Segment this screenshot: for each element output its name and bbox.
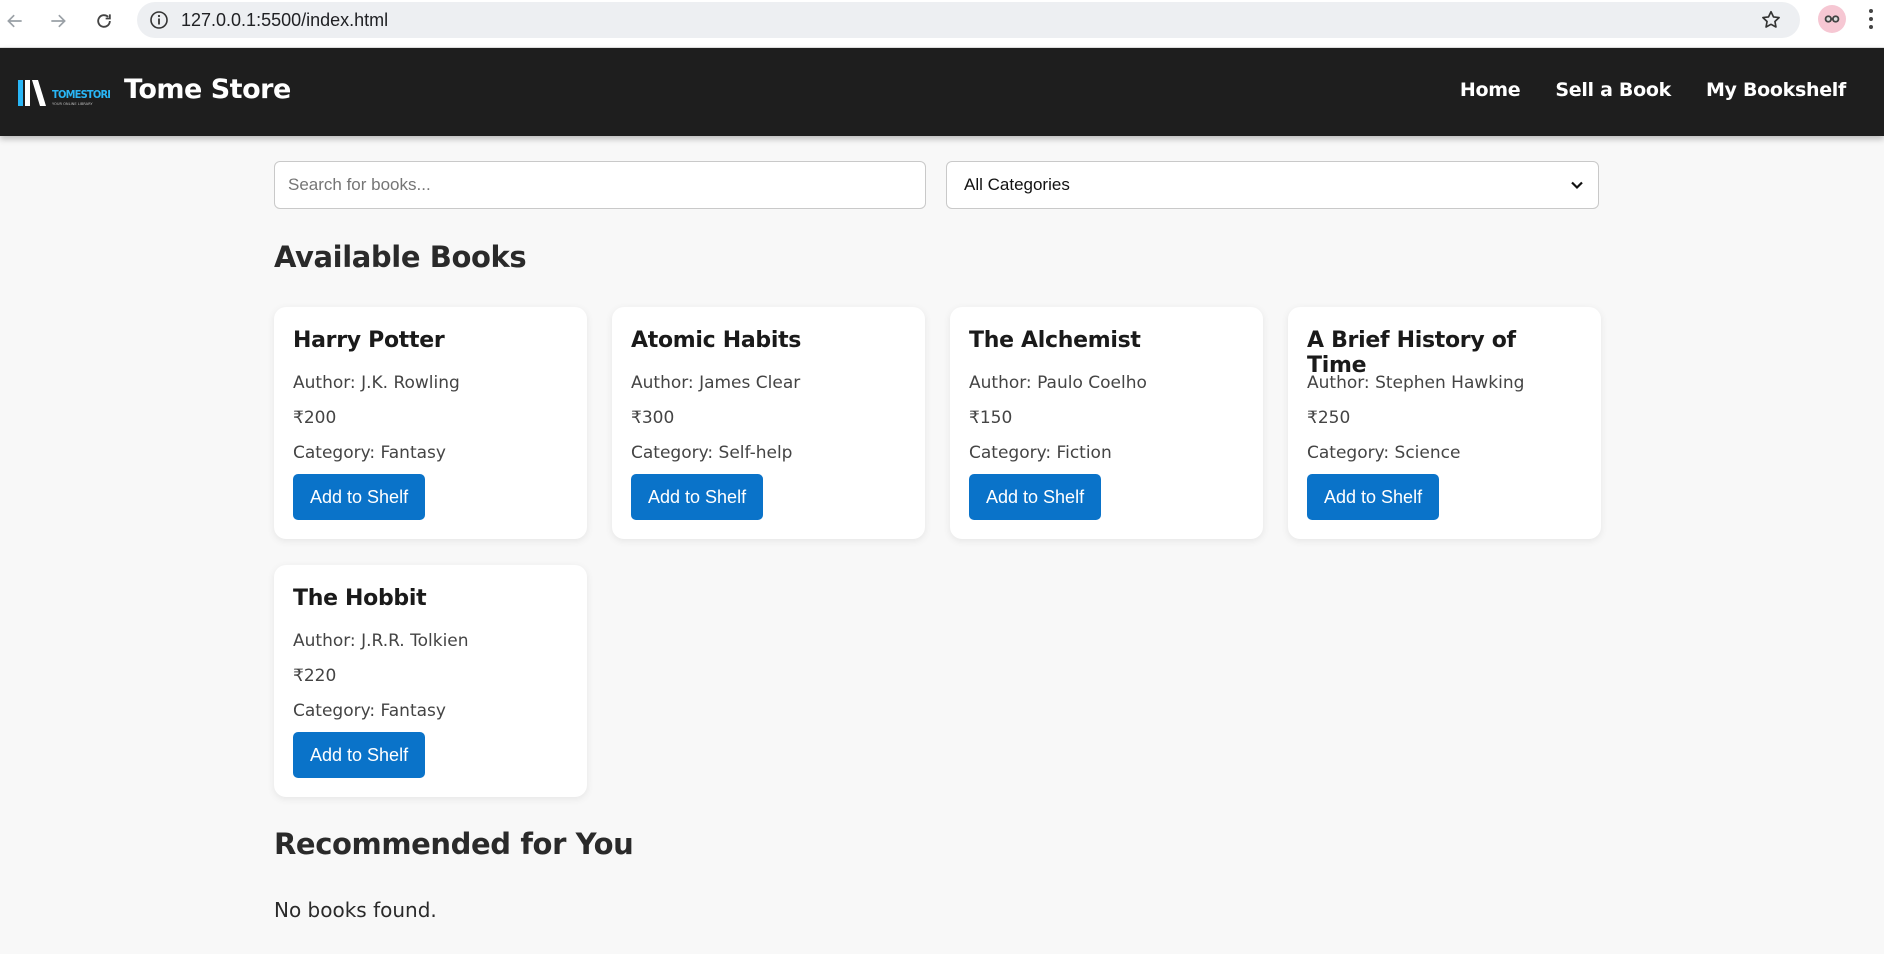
book-author: Author: J.R.R. Tolkien (293, 631, 469, 651)
book-title: The Hobbit (293, 586, 427, 611)
chevron-down-icon (1571, 181, 1583, 190)
book-category: Category: Science (1307, 443, 1461, 463)
nav-my-bookshelf-link[interactable]: My Bookshelf (1706, 79, 1846, 101)
book-price: ₹250 (1307, 408, 1351, 428)
category-select[interactable]: All Categories (946, 161, 1599, 209)
add-to-shelf-button[interactable]: Add to Shelf (631, 474, 764, 520)
svg-text:YOUR ONLINE LIBRARY: YOUR ONLINE LIBRARY (52, 102, 93, 106)
reload-icon[interactable] (89, 6, 119, 36)
filter-controls: All Categories (274, 161, 1599, 209)
tome-store-logo[interactable]: TOMESTORE YOUR ONLINE LIBRARY (18, 78, 110, 108)
main-nav: Home Sell a Book My Bookshelf (1460, 79, 1846, 101)
book-card: The Hobbit Author: J.R.R. Tolkien ₹220 C… (274, 565, 587, 797)
book-price: ₹220 (293, 666, 337, 686)
book-category: Category: Fantasy (293, 443, 446, 463)
profile-avatar-icon[interactable] (1818, 5, 1846, 33)
recommended-heading: Recommended for You (274, 827, 634, 861)
add-to-shelf-button[interactable]: Add to Shelf (1307, 474, 1440, 520)
book-price: ₹200 (293, 408, 337, 428)
book-title: The Alchemist (969, 328, 1141, 353)
book-title: Atomic Habits (631, 328, 802, 353)
add-to-shelf-button[interactable]: Add to Shelf (293, 474, 426, 520)
browser-menu-icon[interactable] (1866, 7, 1876, 31)
site-header: TOMESTORE YOUR ONLINE LIBRARY Tome Store… (0, 48, 1884, 136)
category-select-value: All Categories (964, 175, 1070, 194)
bookmark-star-icon[interactable] (1760, 9, 1782, 31)
book-price: ₹300 (631, 408, 675, 428)
add-to-shelf-button[interactable]: Add to Shelf (969, 474, 1102, 520)
address-bar[interactable]: 127.0.0.1:5500/index.html (137, 2, 1800, 38)
book-author: Author: James Clear (631, 373, 801, 393)
svg-text:TOMESTORE: TOMESTORE (52, 88, 110, 101)
available-books-heading: Available Books (274, 240, 527, 274)
add-to-shelf-button[interactable]: Add to Shelf (293, 732, 426, 778)
book-category: Category: Fiction (969, 443, 1112, 463)
book-card: The Alchemist Author: Paulo Coelho ₹150 … (950, 307, 1263, 539)
book-category: Category: Self-help (631, 443, 793, 463)
book-author: Author: Stephen Hawking (1307, 373, 1525, 393)
nav-sell-book-link[interactable]: Sell a Book (1555, 79, 1671, 101)
search-input[interactable] (274, 161, 926, 209)
book-author: Author: J.K. Rowling (293, 373, 460, 393)
book-price: ₹150 (969, 408, 1013, 428)
nav-home-link[interactable]: Home (1460, 79, 1521, 101)
brand-name[interactable]: Tome Store (124, 74, 291, 105)
book-author: Author: Paulo Coelho (969, 373, 1147, 393)
book-card: Harry Potter Author: J.K. Rowling ₹200 C… (274, 307, 587, 539)
forward-arrow-icon[interactable] (43, 6, 73, 36)
back-arrow-icon[interactable] (0, 6, 30, 36)
url-text: 127.0.0.1:5500/index.html (181, 9, 389, 30)
book-grid: Harry Potter Author: J.K. Rowling ₹200 C… (274, 307, 1601, 797)
browser-toolbar: 127.0.0.1:5500/index.html (0, 0, 1884, 48)
empty-state-text: No books found. (274, 898, 437, 922)
site-info-icon[interactable] (149, 10, 169, 30)
book-card: Atomic Habits Author: James Clear ₹300 C… (612, 307, 925, 539)
book-title: A Brief History of Time (1307, 328, 1516, 378)
book-card: A Brief History of Time Author: Stephen … (1288, 307, 1601, 539)
book-title: Harry Potter (293, 328, 445, 353)
book-category: Category: Fantasy (293, 701, 446, 721)
